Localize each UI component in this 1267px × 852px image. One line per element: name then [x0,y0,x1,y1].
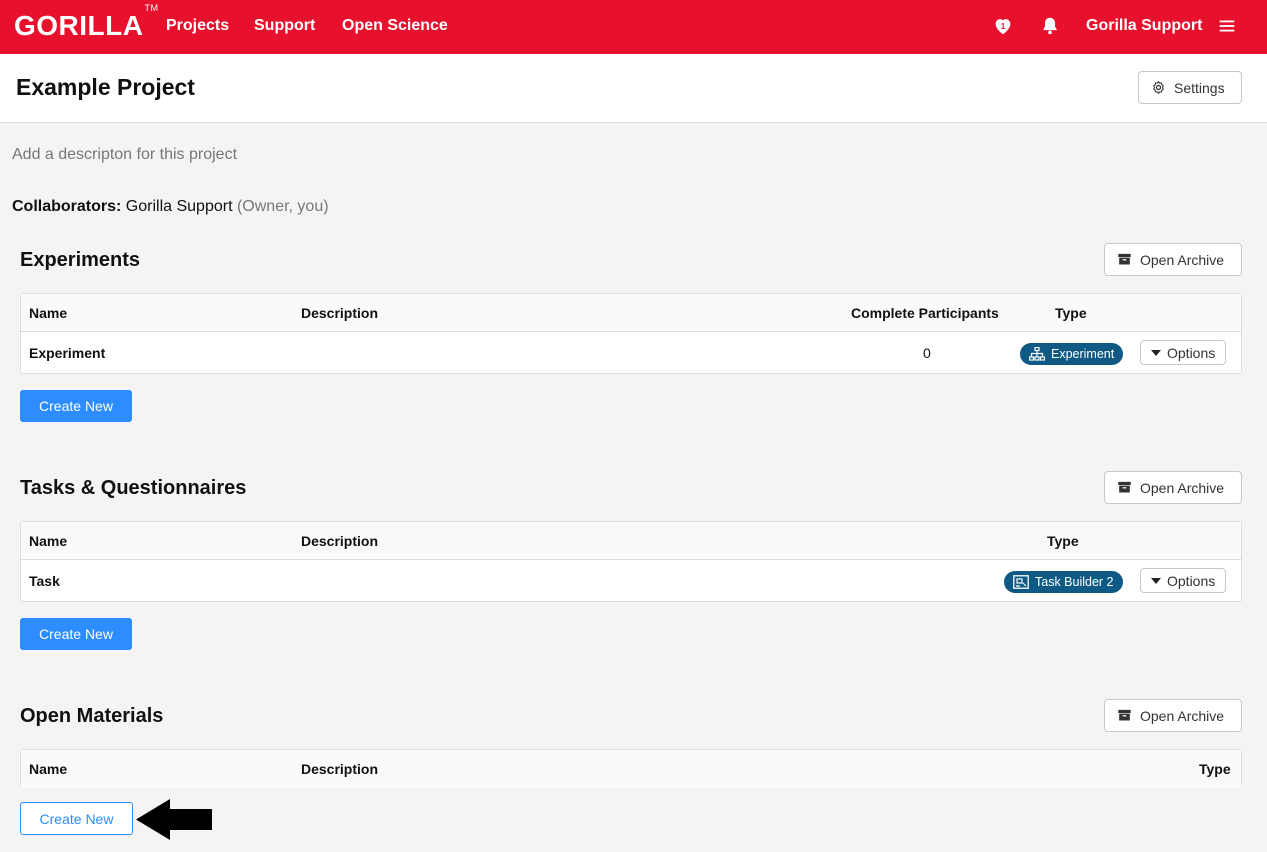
pointer-arrow-icon [136,799,212,840]
open-materials-title: Open Materials [20,705,164,727]
options-label: Options [1167,572,1216,589]
column-complete-participants: Complete Participants [851,305,999,321]
task-builder-icon [1013,575,1029,589]
archive-icon [1118,481,1131,493]
experiments-open-archive-button[interactable]: Open Archive [1104,243,1242,276]
options-label: Options [1167,344,1216,361]
column-name: Name [29,305,68,321]
column-description: Description [301,761,379,777]
project-header: Example Project Settings [0,54,1267,123]
collaborator-role: (Owner, you) [236,198,329,215]
open-archive-label: Open Archive [1140,251,1225,268]
experiment-type-badge: Experiment [1020,343,1124,365]
task-type-label: Task Builder 2 [1035,575,1114,589]
table-header: Name Description Complete Participants T… [21,294,1241,332]
archive-icon [1118,709,1131,721]
nav-projects[interactable]: Projects [166,17,229,35]
table-header: Name Description Type [21,750,1241,788]
collaborators-line: Collaborators: Gorilla Support (Owner, y… [12,198,329,216]
table-row[interactable]: Experiment 0 Experiment Options [21,332,1241,374]
archive-icon [1118,253,1131,265]
column-description: Description [301,305,379,321]
table-header: Name Description Type [21,522,1241,560]
task-name[interactable]: Task [29,573,60,589]
column-description: Description [301,533,379,549]
column-type: Type [1047,533,1079,549]
settings-button[interactable]: Settings [1138,71,1242,104]
experiment-options-button[interactable]: Options [1140,340,1227,365]
column-name: Name [29,761,68,777]
page-title: Example Project [16,74,195,100]
tasks-table: Name Description Type Task Task Builder … [20,521,1242,602]
project-description[interactable]: Add a descripton for this project [12,146,237,164]
collaborators-label: Collaborators: [12,198,122,215]
task-type-badge: Task Builder 2 [1004,571,1123,593]
column-type: Type [1055,305,1087,321]
task-options-button[interactable]: Options [1140,568,1227,593]
tasks-open-archive-button[interactable]: Open Archive [1104,471,1242,504]
bell-icon[interactable] [1039,15,1061,37]
open-archive-label: Open Archive [1140,707,1225,724]
settings-label: Settings [1174,79,1225,96]
open-archive-label: Open Archive [1140,479,1225,496]
user-menu-name[interactable]: Gorilla Support [1086,17,1202,35]
open-materials-table: Name Description Type [20,749,1242,788]
experiments-title: Experiments [20,249,141,271]
column-name: Name [29,533,68,549]
tasks-title: Tasks & Questionnaires [20,477,247,499]
experiments-table: Name Description Complete Participants T… [20,293,1242,374]
column-type: Type [1199,761,1231,777]
heart-notification-icon[interactable]: 1 [992,15,1014,37]
logo-text: GORILLA [14,10,144,41]
logo-trademark: TM [144,2,159,13]
heart-count: 1 [1001,22,1006,31]
collaborator-name: Gorilla Support [125,198,233,215]
experiment-participants: 0 [923,345,931,361]
materials-create-new-button[interactable]: Create New [20,802,133,835]
caret-down-icon [1151,577,1161,584]
hamburger-menu-icon[interactable] [1216,15,1238,37]
tasks-create-new-button[interactable]: Create New [20,618,132,650]
flow-diagram-icon [1029,347,1045,361]
nav-open-science[interactable]: Open Science [342,17,448,35]
nav-support[interactable]: Support [254,17,315,35]
table-row[interactable]: Task Task Builder 2 Options [21,560,1241,602]
experiments-create-new-button[interactable]: Create New [20,390,132,422]
materials-open-archive-button[interactable]: Open Archive [1104,699,1242,732]
experiment-name[interactable]: Experiment [29,345,105,361]
experiment-type-label: Experiment [1051,347,1115,361]
caret-down-icon [1151,349,1161,356]
gear-icon [1153,81,1164,94]
gorilla-logo[interactable]: GORILLATM [14,3,159,42]
top-navbar: GORILLATM Projects Support Open Science … [0,0,1267,54]
